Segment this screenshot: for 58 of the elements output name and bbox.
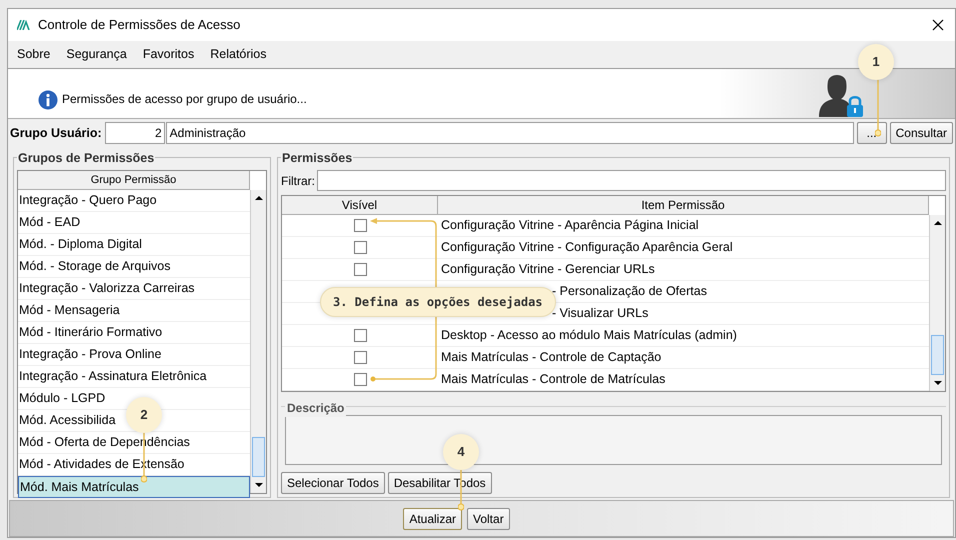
checkbox[interactable] [354,263,366,276]
menu-item[interactable]: Segurança [66,45,127,64]
code-field[interactable]: 2 [104,122,165,144]
table-row[interactable]: Configuração Vitrine - Aparência Página Inicial [282,215,929,237]
search-button[interactable]: Consultar [890,122,953,144]
checkbox[interactable] [354,351,366,364]
checkbox[interactable] [354,241,366,254]
list-row[interactable]: Integração - Valorizza Carreiras [18,278,250,300]
close-icon[interactable] [932,19,944,31]
scroll-thumb[interactable] [931,335,944,375]
list-row[interactable]: Integração - Assinatura Eletrônica [18,366,250,388]
permission-item: Configuração Vitrine - Aparência Página Inicial [441,218,699,232]
checkbox[interactable] [354,329,366,342]
list-row[interactable]: Mód - EAD [18,212,250,234]
column-header[interactable]: Item Permissão [438,196,929,214]
footer-button[interactable]: Voltar [467,508,510,530]
scrollbar[interactable] [250,190,266,493]
description-field[interactable] [285,415,942,465]
permission-item: Configuração Vitrine - Gerenciar URLs [441,262,655,276]
list-row[interactable]: Mód. - Storage de Arquivos [18,256,250,278]
menu-item[interactable]: Favoritos [142,45,194,64]
list-row[interactable]: Mód - Itinerário Formativo [18,322,250,344]
table-row[interactable]: Mais Matrículas - Controle de Matrículas [282,369,929,391]
info-icon [38,90,58,110]
action-button[interactable]: Selecionar Todos [281,472,385,494]
filter-field[interactable] [317,170,946,191]
permission-item: Mais Matrículas - Controle de Captação [441,350,662,364]
field-label: Grupo Usuário: [10,124,102,142]
window-title: Controle de Permissões de Acesso [38,16,240,34]
menu-item[interactable]: Relatórios [210,45,267,64]
table-row[interactable]: Desktop - Acesso ao módulo Mais Matrículas (admin) [282,325,929,347]
lookup-button[interactable]: ... [856,122,887,144]
table-row[interactable]: Mais Matrículas - Controle de Captação [282,347,929,369]
scrollbar[interactable] [929,215,945,391]
permission-item: Configuração Vitrine - Configuração Aparência Geral [441,240,733,254]
list-row[interactable]: Mód - Mensageria [18,300,250,322]
list-row[interactable]: Mód. Mais Matrículas [18,476,250,498]
permission-item: - Personalização de Ofertas [552,284,707,298]
menu-item[interactable]: Sobre [17,45,50,64]
permission-item: Desktop - Acesso ao módulo Mais Matrículas (admin) [441,328,737,342]
table-row[interactable]: Configuração Vitrine - Configuração Aparência Geral [282,237,929,259]
filter-label: Filtrar: [281,172,315,190]
permission-item: Mais Matrículas - Controle de Matrículas [441,372,666,386]
list-row[interactable]: Mód. - Diploma Digital [18,234,250,256]
checkbox[interactable] [354,219,366,232]
scroll-thumb[interactable] [252,437,265,477]
leader-line [875,80,881,138]
column-header[interactable]: Grupo Permissão [18,171,250,190]
column-header[interactable]: Visível [282,196,438,214]
list-row[interactable]: Integração - Quero Pago [18,190,250,212]
app-logo-icon [17,20,30,30]
name-field[interactable]: Administração [166,122,854,144]
footer-button[interactable]: Atualizar [403,508,462,530]
permission-item: - Visualizar URLs [552,306,648,320]
checkbox[interactable] [354,373,366,386]
header-message: Permissões de acesso por grupo de usuário... [62,91,307,108]
list-row[interactable]: Integração - Prova Online [18,344,250,366]
table-row[interactable]: Configuração Vitrine - Gerenciar URLs [282,259,929,281]
